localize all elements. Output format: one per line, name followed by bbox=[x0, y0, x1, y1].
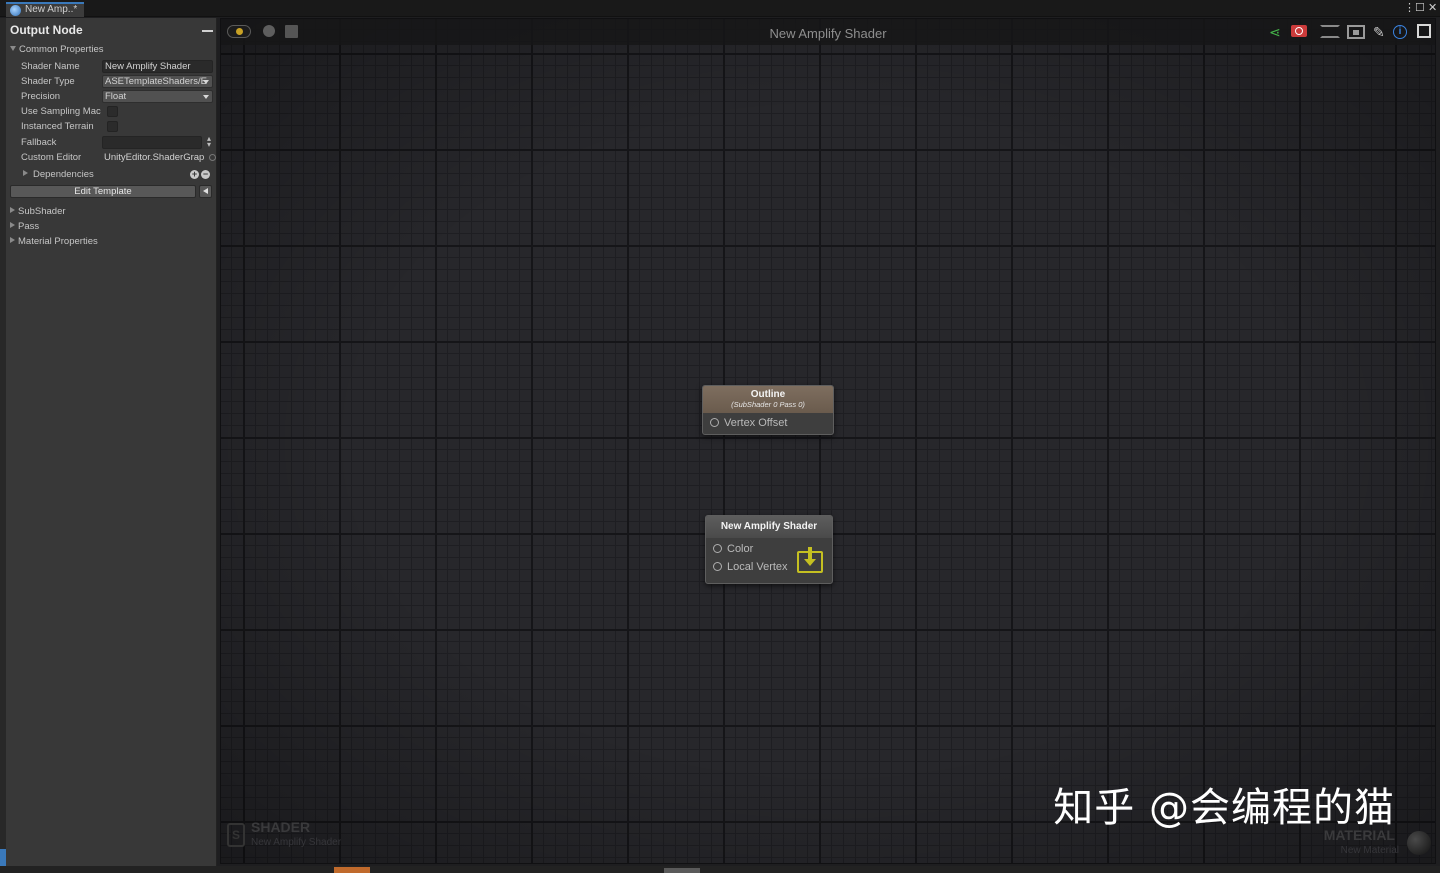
dependencies-label: Dependencies bbox=[33, 169, 94, 180]
use-sampling-label: Use Sampling Mac bbox=[21, 106, 101, 117]
output-node-panel: Output Node Common Properties Shader Nam… bbox=[6, 18, 217, 867]
shader-corner-title: SHADER bbox=[251, 819, 311, 835]
common-properties-label: Common Properties bbox=[19, 44, 104, 55]
master-node-header[interactable]: New Amplify Shader bbox=[706, 516, 832, 538]
fallback-label: Fallback bbox=[21, 137, 57, 148]
canvas-toolbar: New Amplify Shader ⋖ ✎ i bbox=[221, 19, 1435, 45]
bottom-status-bar bbox=[0, 866, 1440, 873]
foldout-closed-icon bbox=[23, 170, 28, 176]
subshader-label: SubShader bbox=[18, 206, 66, 217]
status-indicator bbox=[334, 867, 370, 873]
custom-editor-field[interactable]: UnityEditor.ShaderGrap bbox=[102, 151, 206, 164]
common-properties-foldout[interactable]: Common Properties bbox=[10, 44, 103, 55]
fallback-stepper-icon[interactable]: ▴ ▾ bbox=[207, 135, 211, 149]
material-properties-label: Material Properties bbox=[18, 236, 98, 247]
share-icon[interactable]: ⋖ bbox=[1269, 25, 1283, 39]
custom-editor-row: Custom Editor UnityEditor.ShaderGrap bbox=[21, 151, 216, 165]
shader-name-field[interactable]: New Amplify Shader bbox=[102, 60, 213, 73]
foldout-closed-icon bbox=[10, 222, 15, 228]
live-toggle-icon[interactable] bbox=[227, 25, 251, 38]
material-properties-foldout[interactable]: Material Properties bbox=[10, 236, 98, 247]
shader-name-label: Shader Name bbox=[21, 61, 80, 72]
foldout-closed-icon bbox=[10, 207, 15, 213]
outline-node-header[interactable]: Outline (SubShader 0 Pass 0) bbox=[703, 386, 833, 413]
local-vertex-port[interactable]: Local Vertex bbox=[713, 561, 788, 573]
window-tab-bar: New Amp..* ⋮ ☐ ✕ bbox=[0, 0, 1440, 17]
outline-node-subtitle: (SubShader 0 Pass 0) bbox=[731, 400, 805, 409]
foldout-closed-icon bbox=[10, 237, 15, 243]
tools-icon[interactable]: ✎ bbox=[1373, 25, 1387, 39]
outline-node[interactable]: Outline (SubShader 0 Pass 0) Vertex Offs… bbox=[702, 385, 834, 435]
edit-template-arrow-icon[interactable] bbox=[199, 185, 212, 198]
fallback-row: Fallback ▴ ▾ bbox=[21, 135, 213, 150]
shader-type-dropdown[interactable]: ASETemplateShaders/E bbox=[102, 75, 213, 88]
focus-icon[interactable] bbox=[1320, 25, 1340, 38]
amplify-logo-icon bbox=[10, 5, 21, 16]
window-menu-icon[interactable]: ⋮ bbox=[1404, 2, 1415, 14]
scroll-handle[interactable] bbox=[664, 868, 700, 873]
dropdown-arrow-icon bbox=[203, 80, 209, 84]
watermark: 知乎 @会编程的猫 bbox=[1053, 785, 1395, 831]
camera-icon[interactable] bbox=[1291, 25, 1307, 37]
shader-type-row: Shader Type ASETemplateShaders/E bbox=[21, 75, 213, 89]
maximize-icon[interactable] bbox=[1417, 24, 1431, 38]
material-preview-sphere[interactable] bbox=[1407, 831, 1431, 855]
pass-foldout[interactable]: Pass bbox=[10, 221, 39, 232]
shader-type-label: Shader Type bbox=[21, 76, 75, 87]
instanced-terrain-row: Instanced Terrain bbox=[21, 120, 213, 134]
shader-corner-label: S SHADER New Amplify Shader bbox=[227, 819, 427, 855]
save-icon[interactable] bbox=[285, 25, 298, 38]
editor-tab[interactable]: New Amp..* bbox=[6, 2, 84, 17]
pass-label: Pass bbox=[18, 221, 40, 232]
window-close-icon[interactable]: ✕ bbox=[1428, 2, 1437, 14]
shader-name-row: Shader Name New Amplify Shader bbox=[21, 60, 213, 74]
dependencies-foldout[interactable]: Dependencies + − bbox=[21, 167, 213, 182]
dropdown-arrow-icon bbox=[203, 95, 209, 99]
subshader-foldout[interactable]: SubShader bbox=[10, 206, 66, 217]
record-icon[interactable] bbox=[263, 25, 275, 37]
add-dependency-icon[interactable]: + bbox=[190, 170, 199, 179]
foldout-open-icon bbox=[10, 46, 16, 51]
canvas-vignette bbox=[221, 19, 1435, 863]
precision-label: Precision bbox=[21, 91, 61, 102]
shader-corner-name: New Amplify Shader bbox=[251, 837, 342, 848]
maximize-graph-icon[interactable] bbox=[1347, 25, 1365, 39]
shader-type-value: ASETemplateShaders/E bbox=[105, 76, 207, 87]
master-node-icon[interactable] bbox=[797, 547, 823, 573]
object-picker-icon[interactable] bbox=[209, 154, 216, 161]
shader-icon: S bbox=[227, 823, 245, 847]
master-node-title: New Amplify Shader bbox=[720, 521, 818, 532]
info-icon[interactable]: i bbox=[1393, 25, 1407, 39]
editor-tab-title: New Amp..* bbox=[25, 4, 78, 15]
use-sampling-checkbox[interactable] bbox=[107, 106, 118, 117]
master-node[interactable]: New Amplify Shader Color Local Vertex bbox=[705, 515, 833, 584]
minimize-panel-icon[interactable] bbox=[202, 30, 213, 32]
instanced-terrain-checkbox[interactable] bbox=[107, 121, 118, 132]
precision-value: Float bbox=[105, 91, 127, 102]
color-port[interactable]: Color bbox=[713, 543, 753, 555]
precision-dropdown[interactable]: Float bbox=[102, 90, 213, 103]
edit-template-button[interactable]: Edit Template bbox=[10, 185, 196, 198]
vertex-offset-port[interactable]: Vertex Offset bbox=[710, 417, 787, 429]
canvas-title: New Amplify Shader bbox=[769, 26, 887, 41]
remove-dependency-icon[interactable]: − bbox=[201, 170, 210, 179]
fallback-field[interactable] bbox=[102, 136, 202, 149]
amplify-shader-editor: New Amp..* ⋮ ☐ ✕ Output Node Common Prop… bbox=[0, 0, 1440, 873]
graph-canvas[interactable]: New Amplify Shader ⋖ ✎ i Outline (SubSha… bbox=[220, 18, 1436, 864]
use-sampling-row: Use Sampling Mac bbox=[21, 105, 213, 119]
precision-row: Precision Float bbox=[21, 90, 213, 104]
outline-node-title: Outline bbox=[750, 389, 786, 400]
panel-title: Output Node bbox=[10, 23, 83, 37]
material-corner-name: New Material bbox=[1340, 845, 1399, 856]
window-maximize-icon[interactable]: ☐ bbox=[1415, 2, 1425, 14]
instanced-terrain-label: Instanced Terrain bbox=[21, 121, 94, 132]
custom-editor-label: Custom Editor bbox=[21, 152, 82, 163]
